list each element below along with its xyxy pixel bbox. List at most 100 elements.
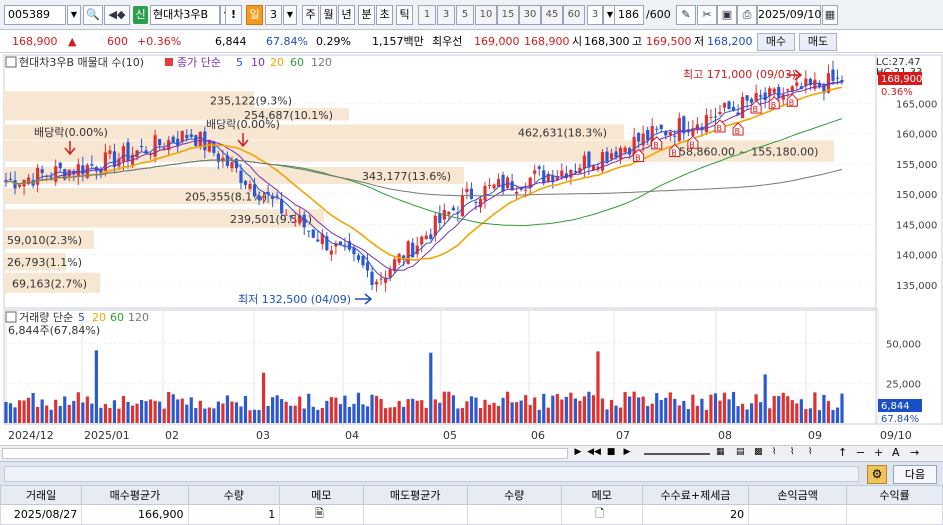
date-field[interactable]: 2025/09/10 <box>757 5 821 25</box>
minus-icon[interactable]: − <box>856 446 868 459</box>
rewind-icon[interactable]: ◀◀ <box>587 447 601 460</box>
pen-icon[interactable]: ✎ <box>676 5 696 25</box>
candle-body <box>252 184 257 196</box>
cell-buy-qty: 1 <box>187 504 281 525</box>
volume-bar <box>415 400 419 423</box>
period-second-button[interactable]: 초 <box>376 5 393 25</box>
play-icon[interactable]: ▶ <box>620 447 634 460</box>
stock-code-input[interactable]: 005389 <box>4 5 66 25</box>
scroll-track[interactable] <box>2 448 568 459</box>
move-right-icon[interactable]: → <box>910 446 922 459</box>
code-dropdown-button[interactable]: ▼ <box>67 5 81 25</box>
stop-icon[interactable]: ■ <box>604 447 618 460</box>
buy-button[interactable]: 매수 <box>757 33 795 51</box>
vol-ma120-legend: 120 <box>128 311 149 324</box>
current-price-tag-text: 168,900 <box>881 74 922 85</box>
scissors-icon[interactable]: ✂ <box>697 5 717 25</box>
interval-1-button[interactable]: 1 <box>418 5 436 25</box>
period-year-button[interactable]: 년 <box>338 5 355 25</box>
chart-type-icon[interactable]: ⌇ <box>772 447 784 460</box>
sell-button[interactable]: 매도 <box>799 33 837 51</box>
chart-canvas[interactable]: 235,122(9.3%)254,687(10.1%)462,631(18.3%… <box>0 53 943 445</box>
candle-body <box>605 151 609 162</box>
text-tool-icon[interactable]: A <box>892 446 904 459</box>
volume-bar <box>772 395 776 423</box>
volume-bar <box>406 399 410 423</box>
price-legend-swatch <box>165 58 173 66</box>
interval-3-button[interactable]: 3 <box>437 5 455 25</box>
table-icon[interactable]: ▤ <box>736 447 748 460</box>
gear-icon[interactable]: ⚙ <box>867 465 887 484</box>
low-annotation: 최저 132,500 (04/09) <box>238 293 351 306</box>
period-num-field[interactable]: 3 <box>265 5 282 25</box>
memo-icon-2[interactable]: 🗋 <box>560 504 643 525</box>
volume-bar <box>460 408 465 423</box>
volume-profile-label: 26,793(1.1%) <box>7 256 82 269</box>
next-button[interactable]: 다음 <box>893 465 937 484</box>
candle-body <box>777 87 781 98</box>
alert-button[interactable]: ! <box>225 5 242 25</box>
interval-5-button[interactable]: 5 <box>456 5 474 25</box>
speaker-icon[interactable]: ◀◆ <box>104 5 130 25</box>
plus-icon[interactable]: + <box>874 446 886 459</box>
compare-icon[interactable]: ⌇ <box>808 447 820 460</box>
calendar-icon[interactable]: ▦ <box>822 5 838 25</box>
interval-60-button[interactable]: 60 <box>563 5 585 25</box>
interval-30-button[interactable]: 30 <box>519 5 541 25</box>
volume-bar <box>546 407 550 423</box>
period-month-button[interactable]: 월 <box>320 5 337 25</box>
volume-bar <box>609 399 614 423</box>
x-axis-label: 2025/01 <box>84 429 130 442</box>
volume-bar <box>587 391 591 423</box>
volume-bar <box>659 399 663 423</box>
price-legend-label: 종가 단순 <box>177 56 221 69</box>
volume-bar <box>280 399 284 423</box>
candle-body <box>460 195 465 217</box>
legend-checkbox[interactable] <box>5 56 17 68</box>
volume-bar <box>826 401 831 423</box>
period-week-button[interactable]: 주 <box>302 5 319 25</box>
volume-bar <box>573 398 577 423</box>
bar-count-field[interactable]: 186 <box>614 5 644 25</box>
memo-icon[interactable]: 🗎 <box>279 504 364 525</box>
period-day-button[interactable]: 일 <box>246 5 263 25</box>
volume-bar <box>700 398 704 423</box>
period-num-dropdown[interactable]: ▼ <box>283 5 297 25</box>
candle-body <box>637 133 641 142</box>
candle-body <box>329 250 333 255</box>
cell-fees: 20 <box>641 504 750 525</box>
print-icon[interactable]: ⎙ <box>737 5 757 25</box>
zoom-slider[interactable] <box>644 453 710 455</box>
stock-chart[interactable]: 235,122(9.3%) 254,687(10.1%) 462,631(18.3%… <box>0 53 943 445</box>
interval-custom-field[interactable]: 3 <box>587 5 603 25</box>
interval-15-button[interactable]: 15 <box>497 5 519 25</box>
volume-bar <box>54 399 58 423</box>
volume-bar <box>289 405 293 423</box>
candle-body <box>433 215 437 236</box>
candle-body <box>356 255 361 260</box>
period-tick-button[interactable]: 틱 <box>396 5 413 25</box>
volume-bar <box>126 401 130 423</box>
current-price: 168,900 <box>12 35 58 48</box>
candle-body <box>447 211 451 215</box>
scroll-left-icon[interactable]: ▶ <box>571 447 585 460</box>
interval-10-button[interactable]: 10 <box>475 5 497 25</box>
indicator-icon[interactable]: ⌇ <box>790 447 802 460</box>
save-icon[interactable]: ▣ <box>717 5 737 25</box>
candle-body <box>786 89 790 91</box>
volume-bar <box>740 403 745 423</box>
stock-name-field[interactable]: 현대차3우B <box>150 5 220 25</box>
grid-icon[interactable]: ▩ <box>754 447 766 460</box>
interval-45-button[interactable]: 45 <box>541 5 563 25</box>
volume-bar <box>605 409 609 423</box>
period-minute-button[interactable]: 분 <box>358 5 375 25</box>
volume-bar <box>293 405 297 423</box>
table-row[interactable]: 2025/08/27 166,900 1 🗎 🗋 20 <box>0 504 943 525</box>
volume-bar <box>623 392 627 423</box>
up-icon[interactable]: ↑ <box>838 446 850 459</box>
search-icon[interactable]: 🔍 <box>83 5 103 25</box>
trade-volume: 6,844 <box>215 35 247 48</box>
zoom-in-icon[interactable]: ▦ <box>716 447 728 460</box>
chart-scrollbar[interactable]: ▶ ◀◀ ■ ▶ ▦ ▤ ▩ ⌇ ⌇ ⌇ ↑ − + A → <box>0 445 943 461</box>
volume-legend-checkbox[interactable] <box>5 311 17 323</box>
